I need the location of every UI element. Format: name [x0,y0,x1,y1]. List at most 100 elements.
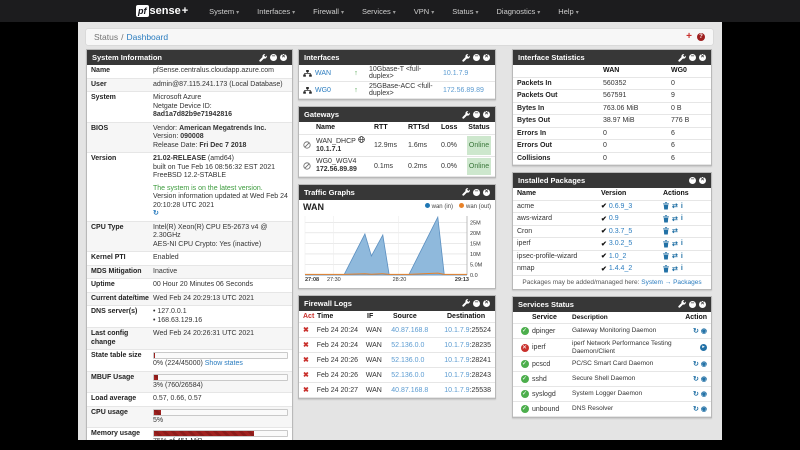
wrench-icon[interactable] [678,53,686,62]
minimize-icon[interactable]: − [270,53,277,61]
start-icon[interactable]: ▸ [700,344,707,351]
interface-name-link[interactable]: WG0 [315,87,343,94]
stop-icon[interactable]: ◉ [701,327,707,335]
trash-icon[interactable] [663,215,669,223]
block-icon[interactable]: ✖ [303,386,317,394]
block-icon[interactable]: ✖ [303,356,317,364]
log-destination-link[interactable]: 10.1.7.9 [444,387,469,394]
check-circle-icon[interactable] [303,162,311,170]
package-version-link[interactable]: 1.0_2 [609,253,627,260]
reinstall-icon[interactable]: ⇄ [672,227,678,235]
nav-item-diagnostics[interactable]: Diagnostics ▾ [487,7,549,16]
nav-item-services[interactable]: Services ▾ [353,7,405,16]
block-icon[interactable]: ✖ [303,326,317,334]
wrench-icon[interactable] [678,300,686,308]
add-widget-icon[interactable]: + [686,32,692,42]
package-version-link[interactable]: 0.6.9_3 [609,203,632,210]
wrench-icon[interactable] [259,53,267,62]
close-icon[interactable]: × [699,300,706,308]
close-icon[interactable]: × [483,299,490,307]
restart-icon[interactable]: ↻ [693,375,699,383]
help-icon[interactable]: ? [697,33,705,41]
restart-icon[interactable]: ↻ [693,405,699,413]
panel-header: Traffic Graphs − × [299,184,495,200]
close-icon[interactable]: × [483,53,490,61]
packages-footer-link[interactable]: System → Packages [641,279,701,286]
check-circle-icon[interactable] [303,141,311,149]
minimize-icon[interactable]: − [473,110,480,118]
close-icon[interactable]: × [699,176,706,184]
log-destination-link[interactable]: 10.1.7.9 [444,357,469,364]
reinstall-icon[interactable]: ⇄ [672,252,678,260]
close-icon[interactable]: × [280,53,287,61]
wrench-icon[interactable] [462,110,470,119]
package-version-link[interactable]: 0.3.7_5 [609,228,632,235]
package-version-link[interactable]: 3.0.2_5 [609,240,632,247]
log-destination-link[interactable]: 10.1.7.9 [444,342,469,349]
restart-icon[interactable]: ↻ [693,390,699,398]
sitemap-icon[interactable] [303,86,312,94]
block-icon[interactable]: ✖ [303,341,317,349]
close-icon[interactable]: × [699,53,706,61]
reinstall-icon[interactable]: ⇄ [672,215,678,223]
package-version-link[interactable]: 0.9 [609,215,619,222]
refresh-icon[interactable]: ↻ [153,210,159,217]
nav-item-system[interactable]: System ▾ [200,7,248,16]
trash-icon[interactable] [663,265,669,273]
wrench-icon[interactable] [462,188,470,196]
trash-icon[interactable] [663,252,669,260]
stop-icon[interactable]: ◉ [701,360,707,368]
log-destination-link[interactable]: 10.1.7.9 [444,372,469,379]
nav-item-help[interactable]: Help ▾ [549,7,587,16]
show-states-link[interactable]: Show states [205,360,243,367]
info-icon[interactable]: i [681,215,683,222]
log-source-link[interactable]: 52.136.0.0 [391,342,444,349]
trash-icon[interactable] [663,202,669,210]
minimize-icon[interactable]: − [689,53,696,61]
trash-icon[interactable] [663,240,669,248]
minimize-icon[interactable]: − [689,300,696,308]
close-icon[interactable]: × [483,110,490,118]
close-icon[interactable]: × [483,188,490,196]
stop-icon[interactable]: ◉ [701,390,707,398]
info-icon[interactable]: i [681,265,683,272]
sitemap-icon[interactable] [303,69,312,77]
wrench-icon[interactable] [462,299,470,307]
minimize-icon[interactable]: − [473,299,480,307]
package-version-link[interactable]: 1.4.4_2 [609,265,632,272]
log-destination-link[interactable]: 10.1.7.9 [444,327,469,334]
pfsense-logo[interactable]: pf sense + [136,5,188,17]
nav-item-vpn[interactable]: VPN ▾ [405,7,443,16]
nav-item-interfaces[interactable]: Interfaces ▾ [248,7,304,16]
minimize-icon[interactable]: − [689,176,696,184]
restart-icon[interactable]: ↻ [693,360,699,368]
value-text: 00 Hour 20 Minutes 06 Seconds [153,281,254,288]
info-icon[interactable]: i [681,203,683,210]
log-source-link[interactable]: 52.136.0.0 [391,357,444,364]
breadcrumb-page-link[interactable]: Dashboard [126,32,168,42]
globe-icon[interactable] [357,135,365,143]
log-source-link[interactable]: 40.87.168.8 [391,327,444,334]
minimize-icon[interactable]: − [473,188,480,196]
nav-item-firewall[interactable]: Firewall ▾ [304,7,353,16]
wrench-icon[interactable] [462,53,470,62]
interface-ip[interactable]: 10.1.7.9 [443,70,491,77]
reinstall-icon[interactable]: ⇄ [672,240,678,248]
interface-name-link[interactable]: WAN [315,70,343,77]
stop-icon[interactable]: ◉ [701,375,707,383]
reinstall-icon[interactable]: ⇄ [672,202,678,210]
stop-icon[interactable]: ◉ [701,405,707,413]
trash-icon[interactable] [663,227,669,235]
col-header: Destination [447,312,486,320]
info-icon[interactable]: i [681,240,683,247]
value-line: Vendor: American Megatrends Inc. [153,125,288,134]
log-source-link[interactable]: 52.136.0.0 [391,372,444,379]
block-icon[interactable]: ✖ [303,371,317,379]
nav-item-status[interactable]: Status ▾ [443,7,487,16]
info-icon[interactable]: i [681,253,683,260]
interface-ip[interactable]: 172.56.89.89 [443,87,491,94]
log-source-link[interactable]: 40.87.168.8 [391,387,444,394]
restart-icon[interactable]: ↻ [693,327,699,335]
minimize-icon[interactable]: − [473,53,480,61]
reinstall-icon[interactable]: ⇄ [672,265,678,273]
